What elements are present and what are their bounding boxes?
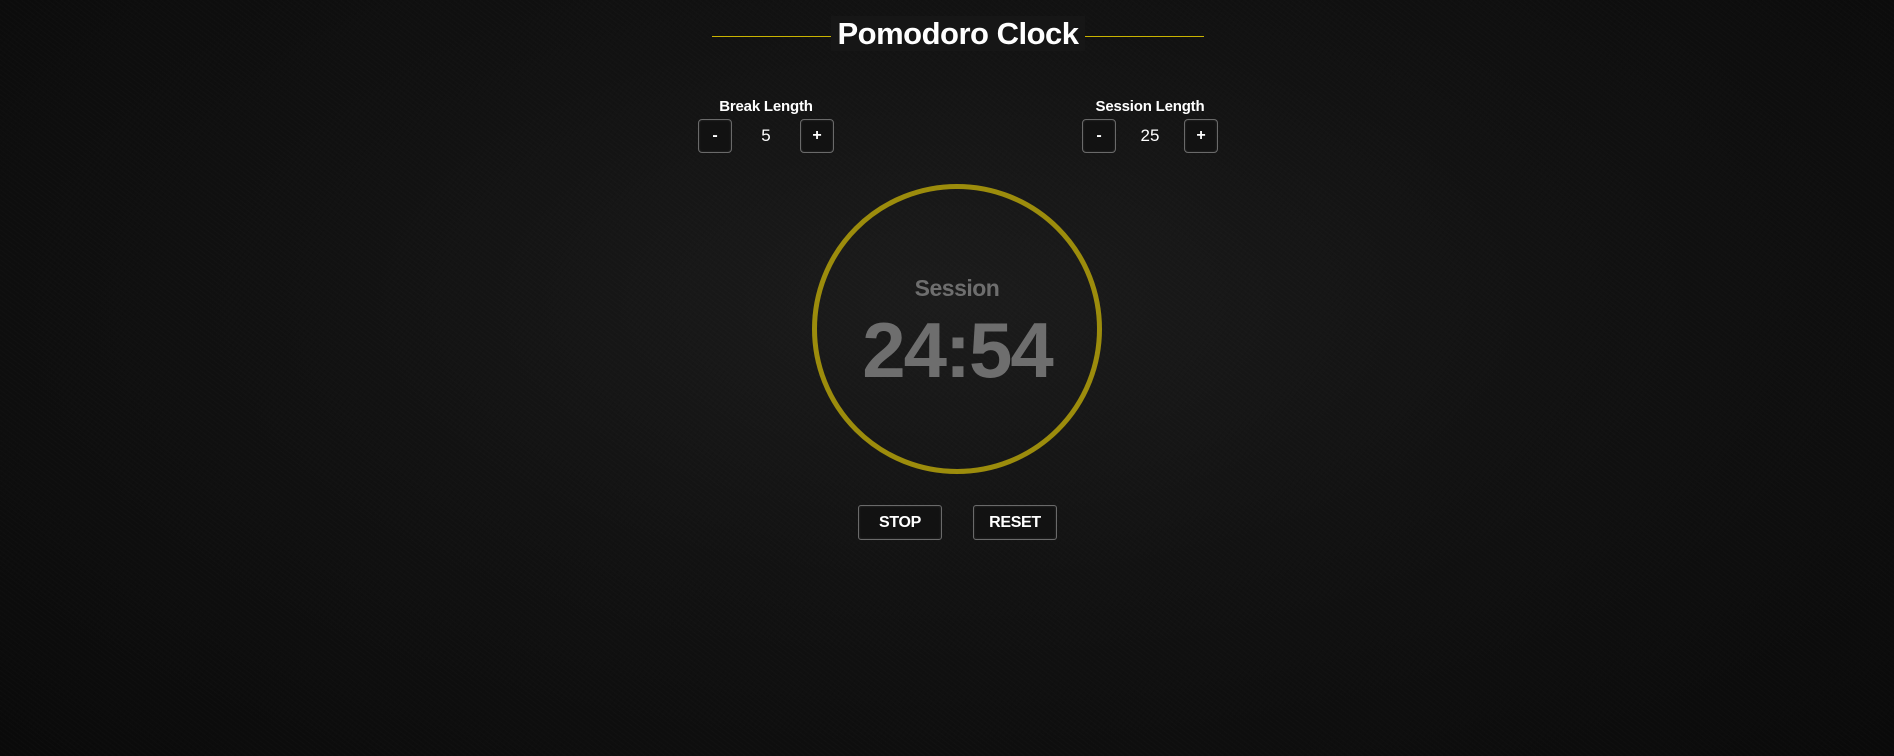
page-title: Pomodoro Clock xyxy=(831,16,1085,51)
session-length-label: Session Length xyxy=(1095,98,1205,115)
pomodoro-app: Pomodoro Clock Break Length - 5 + Sessio… xyxy=(0,0,1894,756)
session-length-row: - 25 + xyxy=(1082,119,1218,153)
break-increment-button[interactable]: + xyxy=(800,119,834,153)
session-length-value: 25 xyxy=(1140,126,1160,145)
timer-mode-label: Session xyxy=(914,275,1000,301)
break-length-label: Break Length xyxy=(719,98,813,115)
break-decrement-button[interactable]: - xyxy=(698,119,732,153)
break-length-value: 5 xyxy=(761,126,771,145)
header: Pomodoro Clock xyxy=(712,16,1204,56)
session-length-control: Session Length - 25 + xyxy=(1080,98,1220,153)
session-increment-button[interactable]: + xyxy=(1184,119,1218,153)
break-length-control: Break Length - 5 + xyxy=(696,98,836,153)
session-decrement-button[interactable]: - xyxy=(1082,119,1116,153)
timer-clock[interactable]: Session 24:54 xyxy=(812,184,1102,474)
reset-button[interactable]: RESET xyxy=(973,505,1057,540)
stop-button[interactable]: STOP xyxy=(858,505,942,540)
break-length-row: - 5 + xyxy=(698,119,834,153)
timer-time-display: 24:54 xyxy=(862,306,1054,394)
